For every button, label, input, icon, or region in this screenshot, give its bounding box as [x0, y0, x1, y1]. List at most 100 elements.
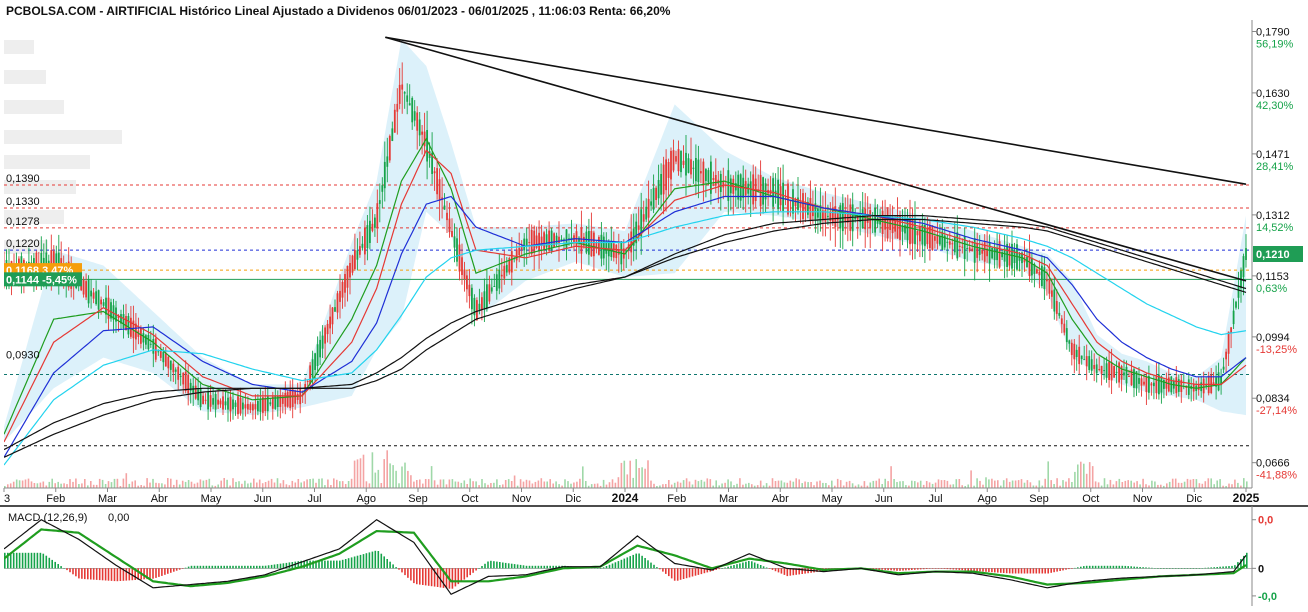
volume-bar — [1177, 482, 1180, 488]
candle-body — [416, 112, 419, 131]
volume-bar — [531, 483, 534, 488]
volume-bar — [1074, 471, 1076, 488]
chart: PCBOLSA.COM - AIRTIFICIAL Histórico Line… — [0, 4, 1308, 606]
macd-hist-bar — [919, 568, 922, 570]
macd-hist-bar — [670, 568, 673, 579]
macd-hist-bar — [1168, 568, 1171, 569]
candle-body — [364, 227, 366, 255]
volume-bar — [682, 480, 685, 488]
candle-body — [356, 250, 359, 260]
macd-hist-bar — [232, 565, 234, 569]
volume-bar — [18, 480, 21, 488]
macd-hist-bar — [730, 565, 732, 569]
macd-hist-bar — [4, 552, 6, 569]
candle-body — [707, 170, 710, 183]
volume-bar — [193, 483, 196, 488]
candle-body — [202, 395, 204, 404]
macd-hist-bar — [745, 561, 747, 569]
macd-tick-label: 0 — [1258, 563, 1264, 575]
volume-bar — [937, 479, 940, 488]
candle-body — [476, 300, 478, 321]
volume-bar — [590, 484, 593, 488]
macd-hist-bar — [113, 568, 116, 582]
volume-bar — [490, 483, 492, 488]
volume-bar — [988, 479, 990, 488]
candle-body — [451, 231, 453, 237]
volume-bar — [709, 479, 712, 488]
volume-bar — [377, 469, 380, 488]
candle-body — [600, 234, 603, 259]
candle-body — [187, 374, 190, 394]
macd-hist-bar — [1216, 567, 1218, 569]
candle-body — [443, 205, 446, 210]
x-tick-label: Abr — [772, 493, 789, 505]
volume-bar — [134, 480, 136, 488]
candle-body — [197, 389, 199, 401]
macd-tick-label: -0,0 — [1258, 591, 1277, 603]
volume-bar — [306, 479, 308, 488]
volume-bar — [451, 479, 454, 488]
candle-body — [172, 363, 175, 373]
volume-bar — [208, 478, 211, 488]
candle-body — [1235, 301, 1237, 308]
macd-hist-bar — [1085, 565, 1088, 569]
volume-bar — [928, 482, 931, 488]
y-tick-pct: 0,63% — [1256, 283, 1287, 295]
candle-body — [1090, 359, 1093, 371]
candle-body — [645, 206, 648, 220]
candle-body — [411, 98, 414, 123]
volume-bar — [979, 480, 981, 488]
macd-hist-bar — [110, 568, 113, 581]
macd-hist-bar — [1186, 568, 1189, 569]
y-tick-pct: 56,19% — [1256, 39, 1294, 51]
macd-hist-bar — [267, 565, 270, 569]
macd-hist-bar — [45, 555, 48, 569]
candle-body — [92, 292, 95, 299]
volume-bar — [1056, 478, 1058, 488]
volume-bar — [946, 480, 949, 488]
candle-body — [127, 316, 130, 335]
macd-hist-bar — [504, 562, 507, 569]
volume-bar — [1145, 484, 1147, 488]
candle-body — [321, 335, 324, 349]
volume-bar — [1014, 480, 1017, 488]
candle-body — [179, 375, 182, 377]
macd-hist-bar — [1023, 568, 1026, 574]
macd-hist-bar — [721, 568, 723, 569]
candle-body — [996, 247, 998, 261]
candle-body — [1098, 369, 1101, 370]
candle-body — [705, 169, 707, 181]
volume-bar — [727, 479, 729, 488]
volume-bar — [670, 484, 673, 488]
volume-bar — [1216, 480, 1218, 488]
profile-bar — [4, 40, 34, 54]
candle-body — [598, 237, 600, 255]
x-tick-label: Nov — [512, 493, 532, 505]
volume-bar — [730, 481, 732, 488]
macd-hist-bar — [949, 568, 952, 570]
candle-body — [234, 402, 237, 407]
volume-bar — [934, 482, 937, 488]
volume-bar — [1228, 483, 1230, 488]
candle-body — [518, 247, 521, 256]
macd-hist-bar — [922, 568, 925, 570]
macd-hist-bar — [982, 568, 984, 572]
macd-hist-bar — [937, 568, 940, 569]
macd-hist-bar — [700, 568, 703, 575]
macd-hist-bar — [931, 568, 934, 569]
candle-body — [1073, 343, 1076, 360]
macd-hist-bar — [887, 568, 889, 571]
volume-bar — [315, 482, 317, 488]
candle-body — [222, 396, 224, 410]
volume-bar — [131, 481, 134, 488]
volume-bar — [383, 459, 385, 488]
macd-hist-bar — [1065, 568, 1067, 570]
macd-hist-bar — [398, 568, 400, 570]
macd-hist-bar — [401, 568, 403, 573]
macd-hist-bar — [513, 564, 516, 569]
candle-body — [1038, 271, 1041, 276]
candle-body — [687, 158, 690, 173]
macd-hist-bar — [890, 568, 892, 571]
candle-body — [1145, 376, 1148, 393]
volume-bar — [205, 479, 208, 488]
